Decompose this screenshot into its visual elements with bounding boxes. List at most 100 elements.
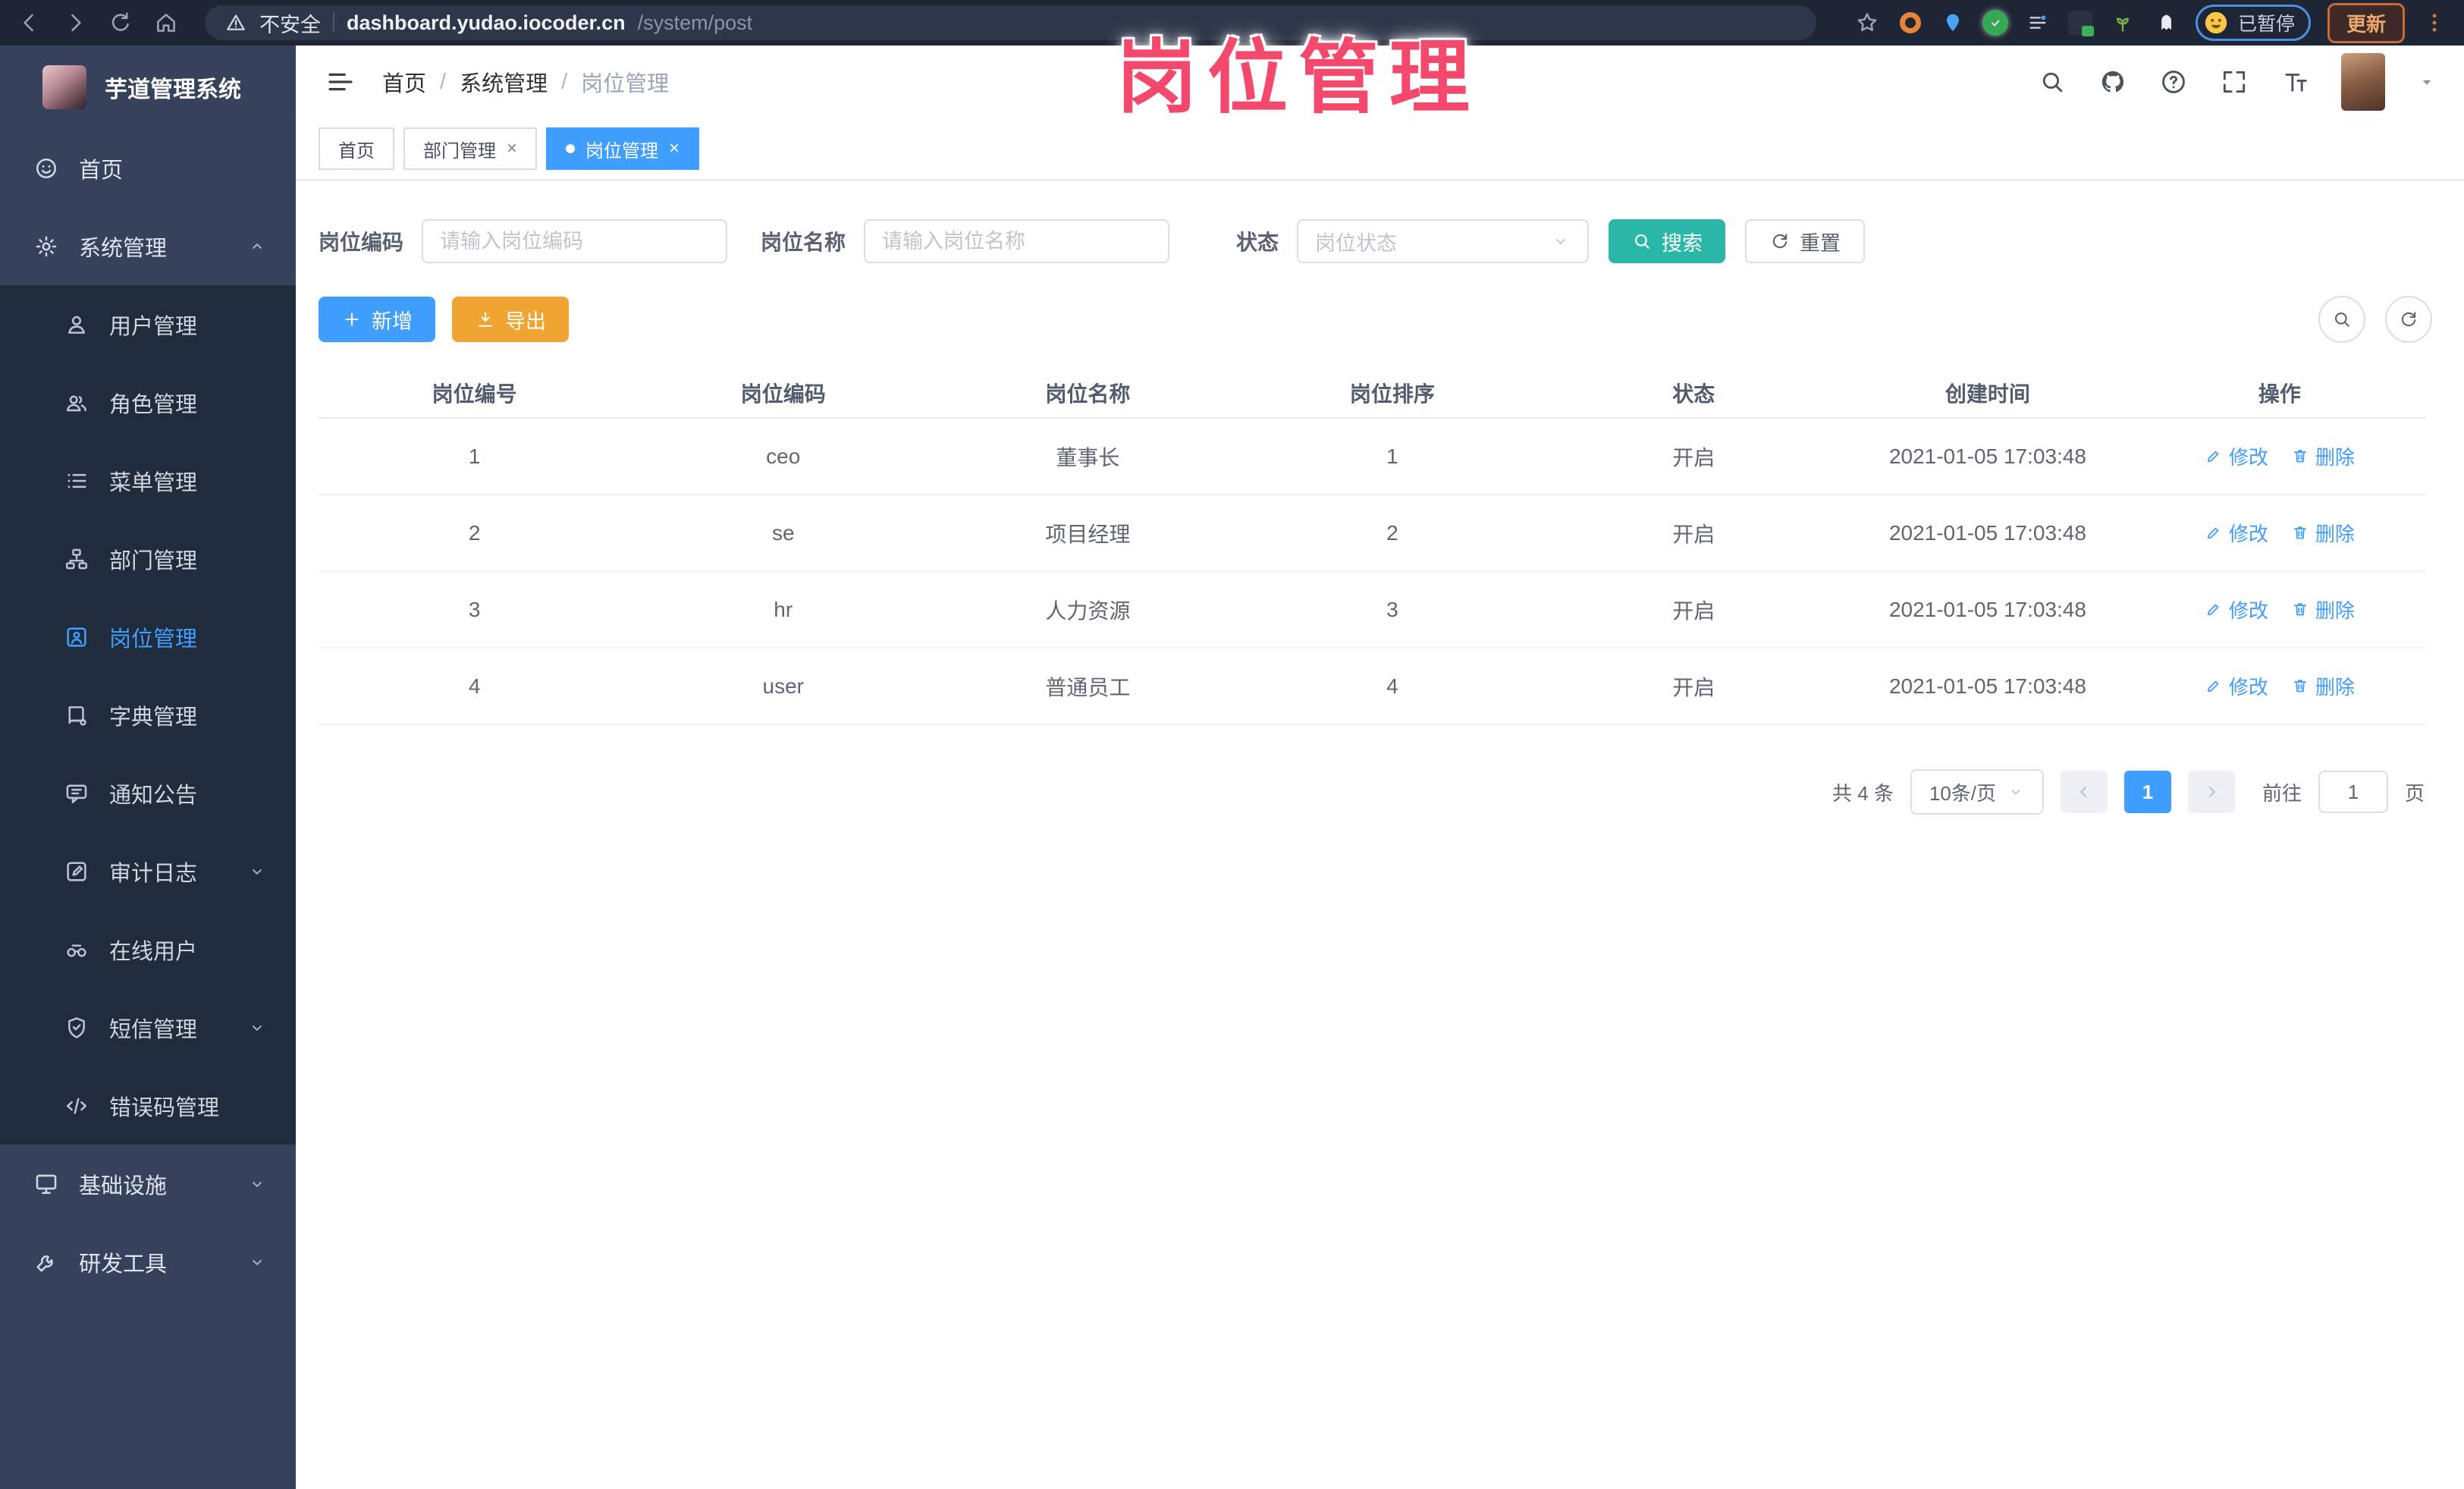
card-badge-extension-icon[interactable] [2067, 9, 2094, 36]
green-check-extension-icon[interactable] [1982, 9, 2009, 36]
cell-actions: 修改 删除 [2133, 418, 2426, 495]
status-select[interactable]: 岗位状态 [1297, 219, 1590, 263]
bookmark-star-icon[interactable] [1854, 10, 1880, 36]
url-bar[interactable]: 不安全 dashboard.yudao.iocoder.cn /system/p… [205, 5, 1816, 40]
url-path[interactable]: /system/post [638, 11, 753, 35]
search-icon [1631, 231, 1653, 252]
prev-page-button[interactable] [2060, 771, 2108, 813]
logo-avatar [42, 65, 86, 109]
export-button[interactable]: 导出 [452, 297, 569, 342]
sidebar-item-基础设施[interactable]: 基础设施 [0, 1145, 296, 1223]
sidebar-item-审计日志[interactable]: 审计日志 [0, 832, 296, 910]
edit-link[interactable]: 修改 [2205, 672, 2268, 700]
sidebar-item-错误码管理[interactable]: 错误码管理 [0, 1066, 296, 1145]
sidebar-item-短信管理[interactable]: 短信管理 [0, 988, 296, 1066]
delete-link[interactable]: 删除 [2291, 519, 2355, 547]
sidebar-item-研发工具[interactable]: 研发工具 [0, 1223, 296, 1301]
reload-icon[interactable] [108, 10, 133, 36]
sms-shield-icon [64, 1015, 89, 1041]
post-code-label: 岗位编码 [319, 231, 404, 254]
search-icon [2331, 309, 2353, 330]
font-size-icon[interactable] [2280, 68, 2309, 96]
delete-link[interactable]: 删除 [2291, 672, 2355, 700]
post-code-input[interactable] [422, 219, 728, 263]
column-header-岗位编号: 岗位编号 [319, 369, 631, 419]
next-page-button[interactable] [2187, 771, 2235, 813]
sidebar-item-角色管理[interactable]: 角色管理 [0, 363, 296, 441]
home-icon[interactable] [153, 10, 179, 36]
search-button[interactable]: 搜索 [1609, 219, 1726, 263]
paused-extension-badge[interactable]: 已暂停 [2195, 5, 2311, 41]
org-tree-icon [64, 546, 89, 572]
audit-log-icon [64, 859, 89, 884]
cell-sort: 4 [1239, 648, 1546, 725]
goto-page-input[interactable] [2318, 771, 2388, 813]
close-icon[interactable]: × [669, 138, 680, 159]
post-name-input[interactable] [864, 219, 1170, 263]
tab-label: 首页 [338, 140, 375, 162]
url-host[interactable]: dashboard.yudao.iocoder.cn [347, 11, 626, 35]
forward-icon[interactable] [62, 10, 88, 36]
chevron-down-icon [2007, 783, 2025, 801]
ghost-extension-icon[interactable] [2152, 9, 2179, 36]
cell-sort: 1 [1239, 418, 1546, 495]
column-header-岗位排序: 岗位排序 [1239, 369, 1546, 419]
sidebar-item-label: 岗位管理 [109, 627, 198, 652]
current-page-button[interactable]: 1 [2123, 771, 2171, 813]
back-icon[interactable] [17, 10, 42, 36]
hamburger-icon[interactable] [325, 66, 356, 98]
fullscreen-icon[interactable] [2220, 68, 2249, 96]
sprout-extension-icon[interactable] [2109, 9, 2136, 36]
tab-首页[interactable]: 首页 [319, 127, 394, 170]
sidebar-item-字典管理[interactable]: 字典管理 [0, 676, 296, 754]
page-size-select[interactable]: 10条/页 [1910, 769, 2044, 815]
orange-ring-extension-icon[interactable] [1897, 9, 1924, 36]
add-button[interactable]: 新增 [319, 297, 435, 342]
sidebar-item-在线用户[interactable]: 在线用户 [0, 910, 296, 988]
cell-name: 项目经理 [936, 495, 1240, 572]
toggle-search-button[interactable] [2318, 296, 2365, 343]
posts-table: 岗位编号 岗位编码 岗位名称 岗位排序 状态 创建时间 操作 1 ceo 董事长 1 开启 2021-… [319, 369, 2426, 725]
sidebar-item-系统管理[interactable]: 系统管理 [0, 207, 296, 285]
sidebar-item-菜单管理[interactable]: 菜单管理 [0, 441, 296, 520]
close-icon[interactable]: × [507, 138, 517, 159]
sidebar-item-label: 系统管理 [79, 236, 168, 261]
edit-link[interactable]: 修改 [2205, 442, 2268, 470]
sidebar-item-label: 审计日志 [109, 861, 198, 886]
cell-status: 开启 [1545, 571, 1843, 649]
refresh-table-button[interactable] [2385, 296, 2432, 343]
sidebar-item-label: 首页 [79, 158, 124, 183]
sidebar-menu: 首页系统管理用户管理 角色管理 菜单管理 部门管理岗位管理字典管理通知公告审计日志在线… [0, 129, 296, 1301]
edit-link[interactable]: 修改 [2205, 519, 2268, 547]
app-logo[interactable]: 芋道管理系统 [0, 46, 296, 129]
reset-button[interactable]: 重置 [1745, 219, 1866, 263]
browser-menu-icon[interactable] [2422, 10, 2447, 36]
help-icon[interactable] [2159, 68, 2188, 96]
table-row: 3 hr 人力资源 3 开启 2021-01-05 17:03:48 修改 删除 [319, 571, 2426, 649]
tab-部门管理[interactable]: 部门管理 × [403, 127, 538, 170]
delete-link[interactable]: 删除 [2291, 442, 2355, 470]
sidebar-item-label: 基础设施 [79, 1173, 168, 1198]
sidebar-item-通知公告[interactable]: 通知公告 [0, 754, 296, 832]
sidebar-item-用户管理[interactable]: 用户管理 [0, 285, 296, 363]
chevron-down-icon[interactable] [2417, 72, 2437, 92]
sidebar-item-首页[interactable]: 首页 [0, 129, 296, 207]
download-icon [475, 309, 496, 330]
sidebar-item-部门管理[interactable]: 部门管理 [0, 520, 296, 598]
delete-link[interactable]: 删除 [2291, 595, 2355, 624]
sliders-extension-icon[interactable] [2024, 9, 2051, 36]
security-warning-label[interactable]: 不安全 [259, 8, 321, 38]
edit-link[interactable]: 修改 [2205, 595, 2268, 624]
sidebar-item-label: 通知公告 [109, 783, 198, 808]
breadcrumb-item[interactable]: 系统管理 [460, 66, 548, 98]
cell-created_at: 2021-01-05 17:03:48 [1842, 418, 2133, 495]
user-avatar[interactable] [2341, 53, 2385, 111]
github-icon[interactable] [2098, 68, 2127, 96]
sidebar-item-岗位管理[interactable]: 岗位管理 [0, 598, 296, 676]
breadcrumb-item[interactable]: 首页 [382, 66, 426, 98]
cell-created_at: 2021-01-05 17:03:48 [1842, 571, 2133, 649]
location-pin-extension-icon[interactable] [1939, 9, 1966, 36]
search-icon[interactable] [2038, 68, 2067, 96]
tab-岗位管理[interactable]: 岗位管理 × [546, 127, 700, 170]
browser-update-button[interactable]: 更新 [2327, 2, 2405, 43]
